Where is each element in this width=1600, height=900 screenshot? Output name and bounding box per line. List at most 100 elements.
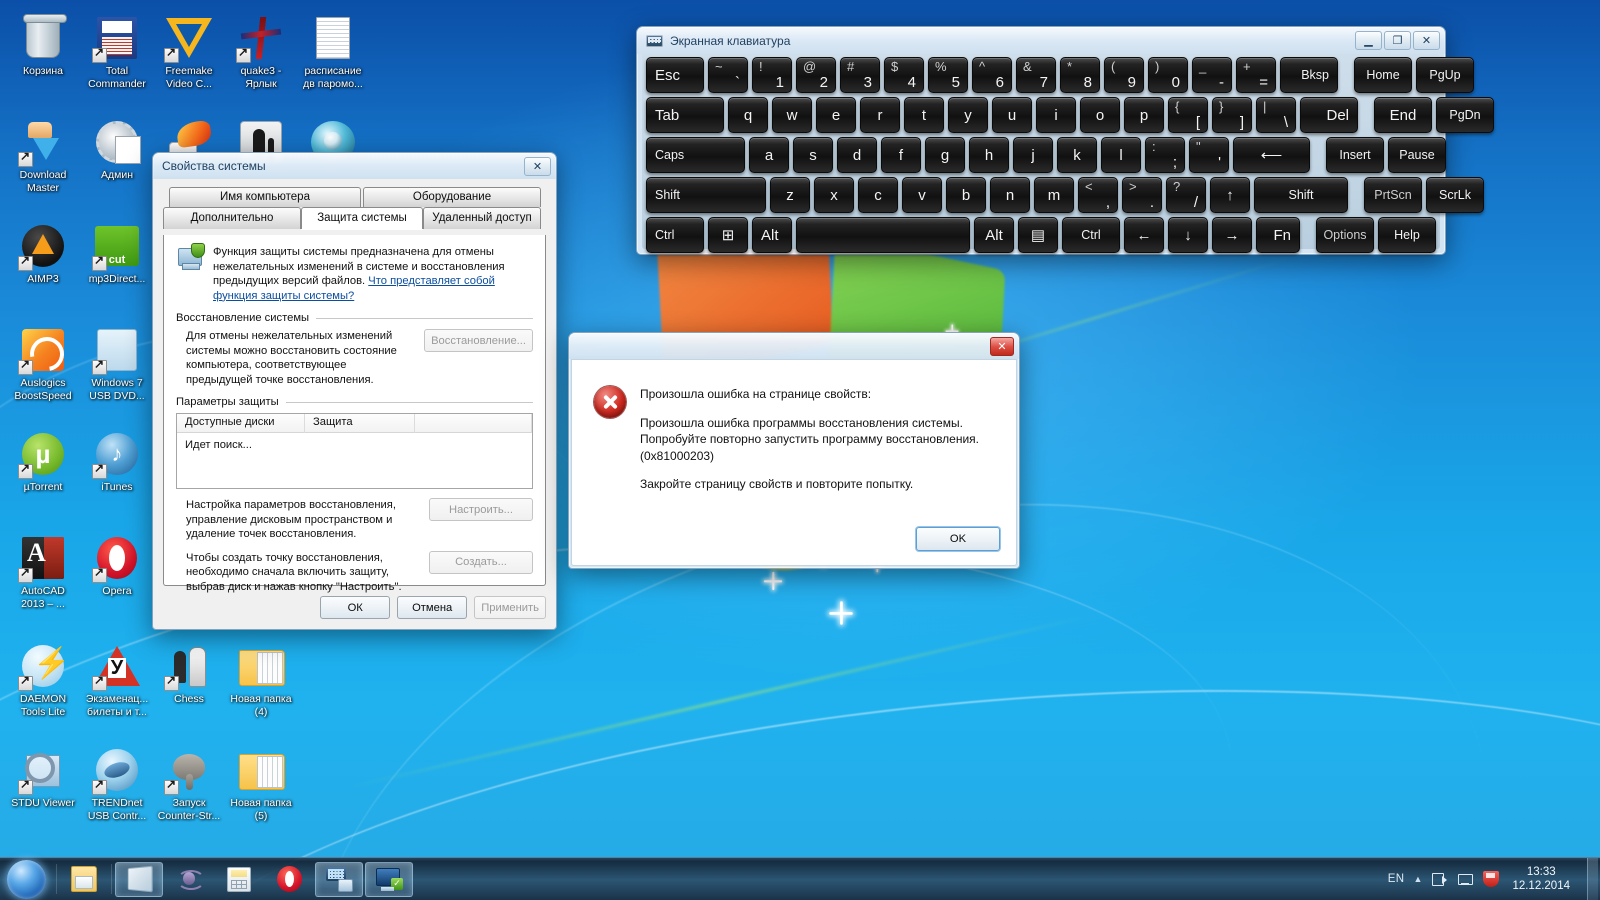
key-n[interactable]: n [990,177,1030,213]
cancel-button[interactable]: Отмена [397,596,468,619]
key-7[interactable]: & 7 [1016,57,1056,93]
monitor-icon[interactable] [1457,871,1474,887]
key-help[interactable]: Help [1378,217,1436,253]
drives-listbox[interactable]: Доступные диски Защита Идет поиск... [176,413,533,490]
key-8[interactable]: * 8 [1060,57,1100,93]
key-x[interactable]: x [814,177,854,213]
desktop-icon[interactable]: AutoCAD 2013 – ... [6,534,80,610]
key-4[interactable]: $4 [884,57,924,93]
tab-1[interactable]: Имя компьютера [169,187,361,207]
clock[interactable]: 13:33 12.12.2014 [1508,865,1578,893]
key-e[interactable]: e [816,97,856,133]
create-restore-point-button[interactable]: Создать... [429,550,533,574]
key-space[interactable] [796,217,970,253]
desktop-icon[interactable]: TRENDnet USB Contr... [80,746,154,822]
key-][interactable]: }] [1212,97,1252,133]
taskbar-button-explorer[interactable] [60,862,108,897]
close-icon[interactable]: ✕ [524,157,551,176]
key-shift[interactable]: Shift [646,177,766,213]
key-end[interactable]: End [1374,97,1432,133]
desktop-icon[interactable]: Auslogics BoostSpeed [6,326,80,402]
key-insert[interactable]: Insert [1326,137,1384,173]
desktop-icon[interactable]: Корзина [6,14,80,78]
key-[[interactable]: {[ [1168,97,1208,133]
key--[interactable]: ↓ [1168,217,1208,253]
chevron-up-icon[interactable]: ▲ [1414,874,1423,884]
key-q[interactable]: q [728,97,768,133]
key-scrlk[interactable]: ScrLk [1426,177,1484,213]
apply-button[interactable]: Применить [474,596,546,619]
key-ctrl[interactable]: Ctrl [1062,217,1120,253]
key-pgup[interactable]: PgUp [1416,57,1474,93]
key-v[interactable]: v [902,177,942,213]
key-esc[interactable]: Esc [646,57,704,93]
taskbar-button-on-screen-keyboard[interactable] [315,861,363,897]
security-shield-icon[interactable] [1483,871,1500,887]
desktop-icon[interactable]: Запуск Counter-Str... [152,746,226,822]
system-restore-button[interactable]: Восстановление... [424,329,533,353]
maximize-icon[interactable]: ❐ [1384,31,1411,50]
key-6[interactable]: ^ 6 [972,57,1012,93]
ok-button[interactable]: OK [916,527,1000,551]
key-f[interactable]: f [881,137,921,173]
key-3[interactable]: #3 [840,57,880,93]
taskbar-button-opera[interactable] [265,862,313,897]
desktop-icon[interactable]: cut mp3Direct... [80,222,154,286]
configure-button[interactable]: Настроить... [429,498,533,522]
key-ctrl[interactable]: Ctrl [646,217,704,253]
key-bksp[interactable]: Bksp [1280,57,1338,93]
key-b[interactable]: b [946,177,986,213]
key-d[interactable]: d [837,137,877,173]
tab-3[interactable]: Дополнительно [163,207,301,229]
key--[interactable]: ▤ [1018,217,1058,253]
key-caps[interactable]: Caps [646,137,745,173]
key-1[interactable]: ! 1 [752,57,792,93]
start-button[interactable] [4,859,54,900]
key--[interactable]: ⟵ [1233,137,1310,173]
column-header[interactable]: Защита [305,414,415,434]
error-dialog-window[interactable]: ✕ Произошла ошибка на странице свойств: … [568,332,1020,569]
key--[interactable]: ← [1124,217,1164,253]
key-shift[interactable]: Shift [1254,177,1348,213]
key-/[interactable]: ? / [1166,177,1206,213]
key-m[interactable]: m [1034,177,1074,213]
key-u[interactable]: u [992,97,1032,133]
desktop-icon[interactable]: Новая папка (5) [224,746,298,822]
tab-4[interactable]: Защита системы [301,207,423,229]
key--[interactable]: ⊞ [708,217,748,253]
desktop-icon[interactable]: Opera [80,534,154,598]
key-h[interactable]: h [969,137,1009,173]
desktop-icon[interactable]: ♪ iTunes [80,430,154,494]
key-`[interactable]: ~ ` [708,57,748,93]
key-fn[interactable]: Fn [1256,217,1300,253]
error-dialog-titlebar[interactable]: ✕ [569,333,1019,359]
desktop-icon[interactable]: Download Master [6,118,80,194]
close-icon[interactable]: ✕ [1413,31,1440,50]
close-icon[interactable]: ✕ [990,337,1014,356]
on-screen-keyboard-window[interactable]: Экранная клавиатура ▁ ❐ ✕ Esc ~ `! 1 @2 #3 $4%… [636,26,1494,255]
desktop-icon[interactable]: Экзаменац... билеты и т... [80,642,154,718]
desktop-icon[interactable]: расписание дв паромо... [296,14,370,90]
key-tab[interactable]: Tab [646,97,724,133]
key-;[interactable]: :; [1145,137,1185,173]
desktop-icon[interactable]: Chess [152,642,226,706]
key-z[interactable]: z [770,177,810,213]
taskbar-button-spider-solitaire[interactable] [165,862,213,897]
taskbar-button-system-properties[interactable]: ✓ [365,861,413,897]
tab-5[interactable]: Удаленный доступ [423,207,541,229]
key-y[interactable]: y [948,97,988,133]
desktop-icon[interactable]: Админ [80,118,154,182]
system-properties-window[interactable]: Свойства системы ✕ Имя компьютера Оборудо… [152,152,557,630]
key-c[interactable]: c [858,177,898,213]
language-indicator[interactable]: EN [1388,873,1405,885]
key-9[interactable]: (9 [1104,57,1144,93]
key-prtscn[interactable]: PrtScn [1364,177,1422,213]
desktop-icon[interactable]: Total Commander [80,14,154,90]
key-2[interactable]: @2 [796,57,836,93]
column-header[interactable]: Доступные диски [177,414,305,434]
key-.[interactable]: >. [1122,177,1162,213]
desktop-icon[interactable]: Freemake Video C... [152,14,226,90]
key-'[interactable]: " ' [1189,137,1229,173]
key-l[interactable]: l [1101,137,1141,173]
desktop-icon[interactable]: STDU Viewer [6,746,80,810]
